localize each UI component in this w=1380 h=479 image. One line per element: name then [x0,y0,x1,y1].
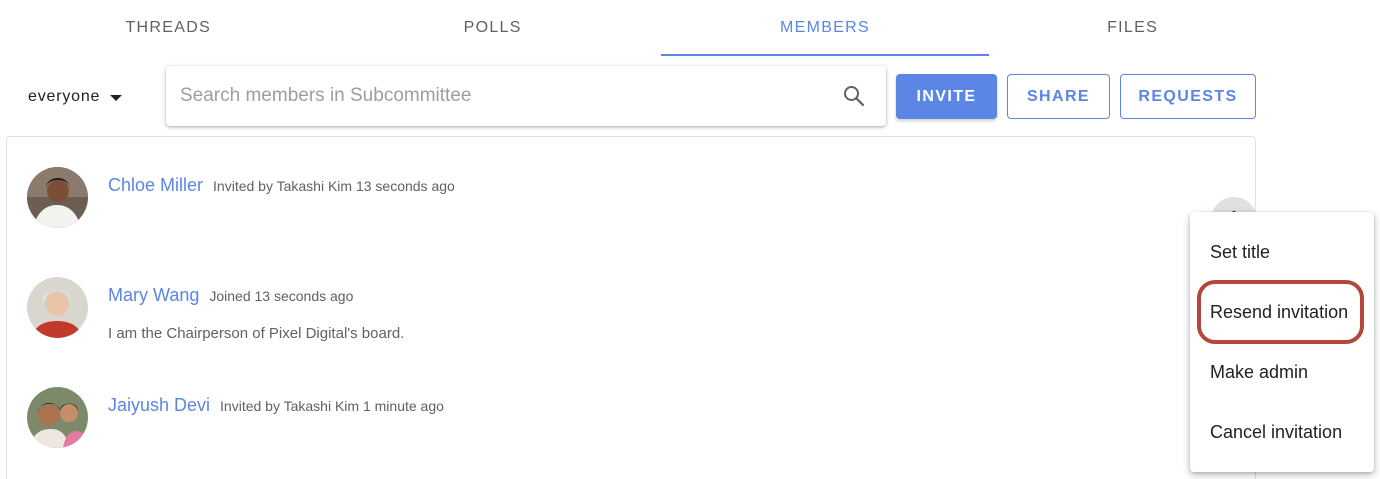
member-options-menu: Set title Resend invitation Make admin C… [1190,212,1374,472]
menu-item-make-admin[interactable]: Make admin [1190,342,1374,402]
member-search-box [166,66,886,126]
member-name[interactable]: Mary Wang [108,285,199,306]
invite-button[interactable]: INVITE [896,74,997,119]
share-button[interactable]: SHARE [1007,74,1110,119]
member-list: Chloe Miller Invited by Takashi Kim 13 s… [6,136,1257,479]
requests-button[interactable]: REQUESTS [1120,74,1256,119]
tab-bar: THREADS POLLS MEMBERS FILES [0,0,1276,56]
tab-polls[interactable]: POLLS [325,0,661,56]
member-bio: I am the Chairperson of Pixel Digital's … [108,325,405,342]
member-name[interactable]: Chloe Miller [108,175,203,196]
member-filter-dropdown[interactable]: everyone [28,84,123,110]
member-status: Invited by Takashi Kim 13 seconds ago [213,178,455,194]
menu-item-set-title[interactable]: Set title [1190,222,1374,282]
avatar[interactable] [27,167,88,228]
tab-threads[interactable]: THREADS [12,0,325,56]
search-input[interactable] [180,66,820,126]
filter-label: everyone [28,88,101,105]
menu-item-cancel-invitation[interactable]: Cancel invitation [1190,402,1374,462]
tab-members[interactable]: MEMBERS [660,0,990,56]
avatar[interactable] [27,277,88,338]
avatar[interactable] [27,387,88,448]
member-status: Invited by Takashi Kim 1 minute ago [220,398,444,414]
menu-item-resend-invitation[interactable]: Resend invitation [1190,282,1374,342]
caret-down-icon [110,95,123,101]
member-name[interactable]: Jaiyush Devi [108,395,210,416]
member-status: Joined 13 seconds ago [209,288,354,304]
search-icon[interactable] [842,84,866,108]
tab-files[interactable]: FILES [989,0,1276,56]
